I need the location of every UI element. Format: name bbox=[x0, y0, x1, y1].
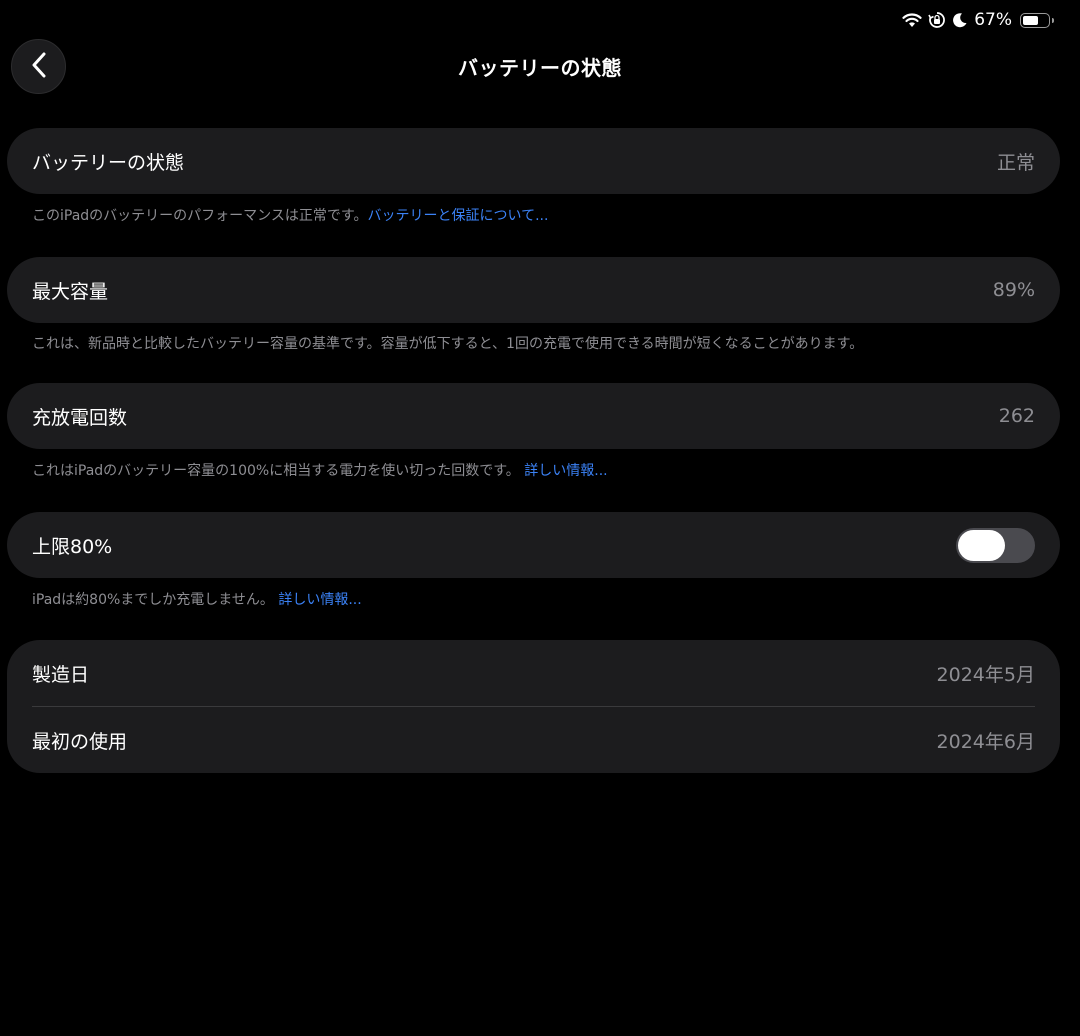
cycle-learn-more-link[interactable]: 詳しい情報... bbox=[524, 463, 607, 479]
battery-health-footnote-text: このiPadのバッテリーのパフォーマンスは正常です。 bbox=[32, 208, 368, 224]
max-capacity-group: 最大容量 89% bbox=[7, 257, 1060, 323]
cycle-count-footnote-text: これはiPadのバッテリー容量の100%に相当する電力を使い切った回数です。 bbox=[32, 463, 520, 479]
battery-nub bbox=[1052, 17, 1054, 23]
cycle-count-row: 充放電回数 262 bbox=[7, 383, 1060, 449]
max-capacity-label: 最大容量 bbox=[32, 280, 109, 303]
charge-limit-toggle[interactable] bbox=[956, 527, 1035, 563]
charge-limit-footnote: iPadは約80%までしか充電しません。 詳しい情報... bbox=[32, 589, 362, 609]
dates-group: 製造日 2024年5月 最初の使用 2024年6月 bbox=[7, 640, 1060, 773]
cycle-count-footnote: これはiPadのバッテリー容量の100%に相当する電力を使い切った回数です。 詳… bbox=[32, 460, 608, 480]
charge-limit-footnote-text: iPadは約80%までしか充電しません。 bbox=[32, 592, 274, 608]
moon-icon bbox=[952, 12, 968, 28]
first-use-label: 最初の使用 bbox=[32, 730, 128, 753]
wifi-icon bbox=[902, 12, 922, 28]
battery-percent: 67% bbox=[974, 10, 1012, 30]
battery-icon bbox=[1020, 12, 1054, 28]
battery-health-group: バッテリーの状態 正常 bbox=[7, 128, 1060, 194]
first-use-value: 2024年6月 bbox=[936, 730, 1035, 753]
manufacture-date-row: 製造日 2024年5月 bbox=[7, 640, 1060, 706]
battery-health-value: 正常 bbox=[996, 151, 1035, 174]
status-bar: 67% bbox=[902, 8, 1054, 32]
battery-warranty-link[interactable]: バッテリーと保証について... bbox=[368, 208, 549, 224]
battery-fill bbox=[1023, 15, 1038, 25]
toggle-knob bbox=[958, 529, 1005, 561]
battery-health-footnote: このiPadのバッテリーのパフォーマンスは正常です。バッテリーと保証について..… bbox=[32, 205, 548, 225]
max-capacity-value: 89% bbox=[992, 279, 1035, 301]
manufacture-date-label: 製造日 bbox=[32, 663, 90, 686]
battery-health-label: バッテリーの状態 bbox=[32, 151, 185, 174]
cycle-count-value: 262 bbox=[998, 405, 1035, 427]
orientation-lock-icon bbox=[928, 11, 946, 29]
cycle-count-group: 充放電回数 262 bbox=[7, 383, 1060, 449]
battery-health-row: バッテリーの状態 正常 bbox=[7, 128, 1060, 194]
limit-learn-more-link[interactable]: 詳しい情報... bbox=[278, 592, 361, 608]
charge-limit-row: 上限80% bbox=[7, 512, 1060, 578]
page-title: バッテリーの状態 bbox=[458, 56, 622, 80]
charge-limit-label: 上限80% bbox=[32, 535, 113, 558]
max-capacity-row: 最大容量 89% bbox=[7, 257, 1060, 323]
cycle-count-label: 充放電回数 bbox=[32, 406, 128, 429]
max-capacity-footnote: これは、新品時と比較したバッテリー容量の基準です。容量が低下すると、1回の充電で… bbox=[32, 336, 864, 352]
manufacture-date-value: 2024年5月 bbox=[936, 663, 1035, 686]
first-use-row: 最初の使用 2024年6月 bbox=[7, 707, 1060, 773]
charge-limit-group: 上限80% bbox=[7, 512, 1060, 578]
